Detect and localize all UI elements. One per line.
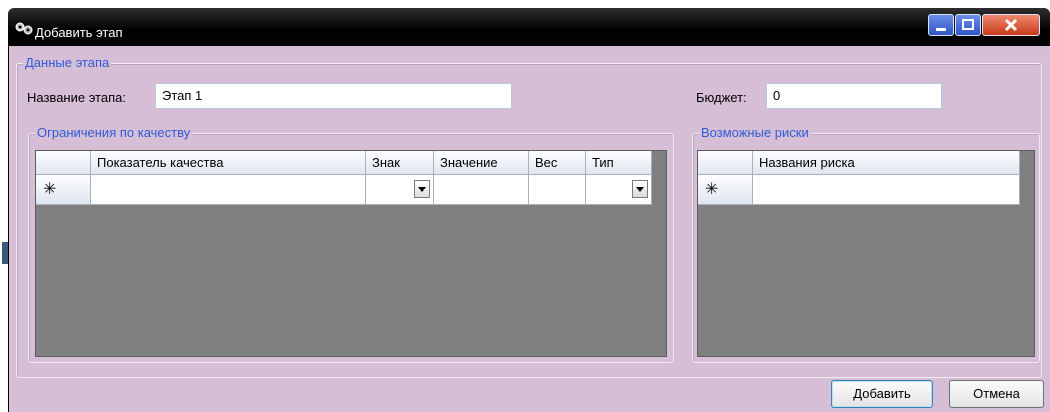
gears-icon	[15, 22, 33, 35]
maximize-button[interactable]	[955, 14, 981, 36]
value-cell[interactable]	[434, 175, 529, 205]
risk-new-row-marker[interactable]: ✳	[698, 175, 753, 205]
col-type[interactable]: Тип	[586, 151, 652, 175]
row-header-corner	[36, 151, 91, 175]
add-stage-dialog: Добавить этап Данные этапа Название этап…	[8, 8, 1050, 412]
minimize-button[interactable]	[928, 14, 954, 36]
new-row-marker[interactable]: ✳	[36, 175, 91, 205]
col-weight[interactable]: Вес	[529, 151, 586, 175]
dialog-body: Данные этапа Название этапа: Этап 1 Бюдж…	[8, 46, 1050, 412]
stage-name-input[interactable]: Этап 1	[155, 83, 512, 109]
close-icon	[1004, 18, 1018, 32]
cancel-button[interactable]: Отмена	[949, 380, 1044, 408]
weight-cell[interactable]	[529, 175, 586, 205]
sign-cell[interactable]	[366, 175, 434, 205]
minimize-icon	[936, 28, 946, 31]
budget-input[interactable]: 0	[766, 83, 942, 109]
type-cell[interactable]	[586, 175, 652, 205]
risk-row-header-corner	[698, 151, 753, 175]
quality-indicator-cell[interactable]	[91, 175, 366, 205]
possible-risks-grid[interactable]: Названия риска ✳	[697, 150, 1035, 357]
risk-name-cell[interactable]	[753, 175, 1020, 205]
close-button[interactable]	[982, 14, 1040, 36]
add-button[interactable]: Добавить	[831, 380, 933, 408]
window-title: Добавить этап	[35, 25, 123, 40]
possible-risks-legend: Возможные риски	[699, 125, 811, 141]
col-value[interactable]: Значение	[434, 151, 529, 175]
type-dropdown-button[interactable]	[632, 180, 648, 198]
stage-data-legend: Данные этапа	[23, 55, 112, 71]
quality-constraints-legend: Ограничения по качеству	[35, 125, 193, 141]
quality-constraints-grid[interactable]: Показатель качества Знак Значение Вес Ти…	[35, 150, 667, 357]
col-quality-indicator[interactable]: Показатель качества	[91, 151, 366, 175]
sign-dropdown-button[interactable]	[414, 180, 430, 198]
title-bar[interactable]: Добавить этап	[8, 8, 1050, 46]
col-risk-name[interactable]: Названия риска	[753, 151, 1020, 175]
maximize-icon	[962, 19, 974, 30]
budget-label: Бюджет:	[696, 90, 747, 105]
stage-name-label: Название этапа:	[27, 90, 126, 105]
col-sign[interactable]: Знак	[366, 151, 434, 175]
